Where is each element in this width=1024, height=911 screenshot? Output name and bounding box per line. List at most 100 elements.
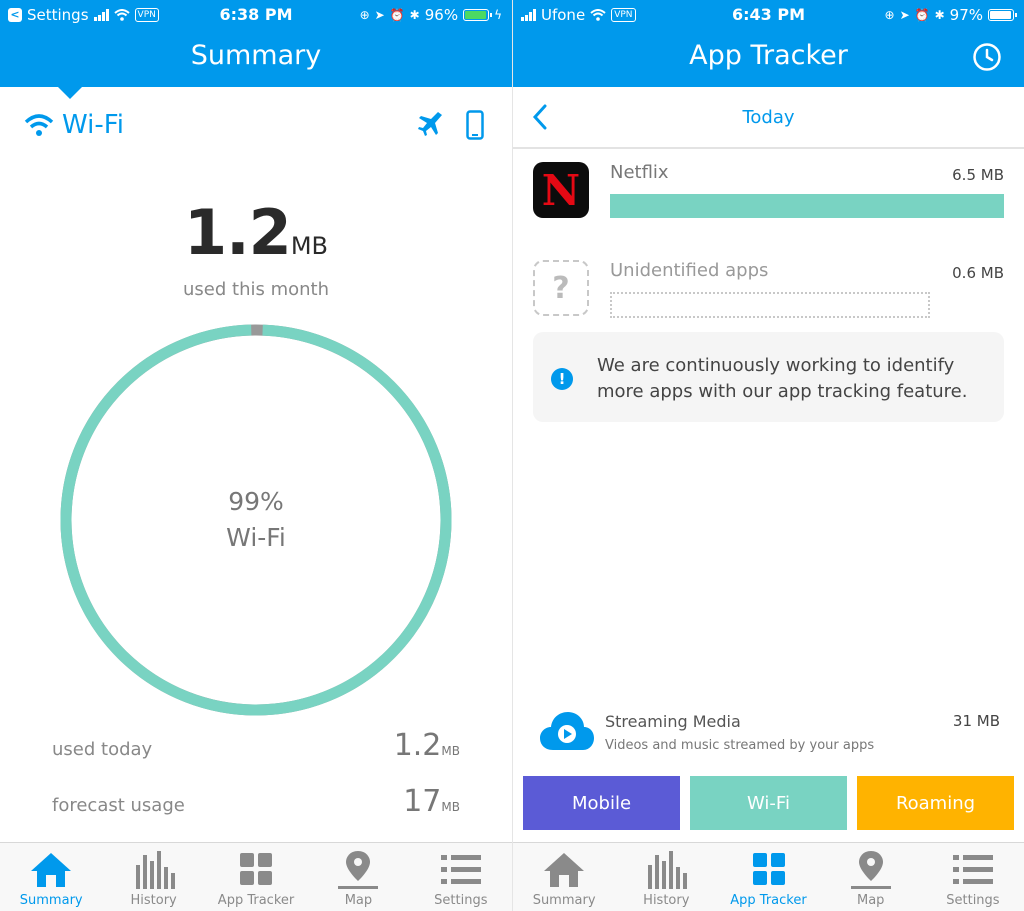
- ring-percent: 99%: [228, 487, 284, 516]
- stat-unit: MB: [441, 800, 460, 814]
- clock-icon[interactable]: [972, 42, 1002, 72]
- ring-label: Wi-Fi: [226, 523, 286, 552]
- tab-label: App Tracker: [730, 893, 807, 908]
- list-icon: [440, 855, 481, 884]
- app-name: Netflix: [610, 162, 669, 183]
- app-name: Unidentified apps: [610, 260, 769, 281]
- app-header: Summary: [0, 30, 512, 87]
- filter-mobile-button[interactable]: Mobile: [523, 776, 680, 830]
- tab-settings[interactable]: Settings: [922, 843, 1024, 911]
- status-bar: Ufone VPN 6:43 PM ⊕ ➤ ⏰ ✱ 97%: [513, 0, 1024, 30]
- streaming-subtitle: Videos and music streamed by your apps: [605, 738, 875, 753]
- battery-percent: 97%: [949, 6, 983, 24]
- stat-number: 17: [403, 784, 442, 819]
- app-row-netflix[interactable]: N Netflix 6.5 MB: [533, 162, 1004, 226]
- tab-pointer: [58, 87, 82, 99]
- stat-used-today: used today 1.2MB: [52, 728, 460, 763]
- status-bar: < Settings VPN 6:38 PM ⊕ ➤ ⏰ ✱ 96% ϟ: [0, 0, 512, 30]
- tab-label: History: [643, 893, 690, 908]
- tab-app-tracker[interactable]: App Tracker: [717, 843, 819, 911]
- tab-app-tracker[interactable]: App Tracker: [205, 843, 307, 911]
- battery-icon: [988, 9, 1017, 21]
- tab-label: Map: [344, 893, 373, 908]
- tab-history[interactable]: History: [615, 843, 717, 911]
- tab-summary[interactable]: Summary: [513, 843, 615, 911]
- bluetooth-icon: ✱: [409, 8, 420, 22]
- app-usage-bar: [610, 194, 1004, 218]
- wifi-icon: [24, 114, 54, 136]
- location-icon: ➤: [899, 8, 910, 22]
- lock-rotation-icon: ⊕: [884, 8, 895, 22]
- network-filter: Mobile Wi-Fi Roaming: [523, 776, 1014, 830]
- list-icon: [952, 855, 993, 884]
- battery-percent: 96%: [424, 6, 459, 24]
- info-message: ! We are continuously working to identif…: [533, 332, 1004, 422]
- period-label[interactable]: Today: [513, 107, 1024, 128]
- filter-wifi-button[interactable]: Wi-Fi: [690, 776, 847, 830]
- tab-label: History: [130, 893, 177, 908]
- stat-value: 1.2MB: [394, 728, 460, 763]
- tab-summary[interactable]: Summary: [0, 843, 102, 911]
- tab-label: Settings: [946, 893, 1000, 908]
- bluetooth-icon: ✱: [934, 8, 945, 22]
- lock-rotation-icon: ⊕: [359, 8, 370, 22]
- netflix-icon: N: [533, 162, 589, 218]
- info-text: We are continuously working to identify …: [597, 355, 968, 402]
- bar-chart-icon: [135, 851, 175, 889]
- tab-label: Settings: [434, 893, 488, 908]
- tab-label: Summary: [532, 893, 596, 908]
- home-icon: [31, 853, 72, 887]
- battery-icon: [463, 9, 493, 21]
- alarm-icon: ⏰: [389, 8, 405, 22]
- question-icon: ?: [533, 260, 589, 316]
- stat-forecast: forecast usage 17MB: [52, 784, 460, 819]
- app-size: 6.5 MB: [952, 166, 1004, 184]
- location-icon: ➤: [374, 8, 385, 22]
- alarm-icon: ⏰: [914, 8, 930, 22]
- bar-chart-icon: [648, 851, 688, 889]
- tab-bar: Summary History App Tracker Map Settings: [0, 842, 512, 911]
- home-icon: [544, 853, 585, 887]
- monthly-usage: 1.2MB: [0, 196, 512, 269]
- streaming-size: 31 MB: [952, 712, 1000, 730]
- stat-number: 1.2: [393, 728, 442, 763]
- wifi-selector[interactable]: Wi-Fi: [24, 110, 124, 140]
- filter-roaming-button[interactable]: Roaming: [857, 776, 1014, 830]
- grid-icon: [752, 853, 785, 885]
- stat-label: forecast usage: [52, 795, 185, 816]
- tab-label: Summary: [19, 893, 83, 908]
- tab-map[interactable]: Map: [307, 843, 409, 911]
- stat-unit: MB: [441, 744, 460, 758]
- stat-value: 17MB: [403, 784, 460, 819]
- page-title: App Tracker: [689, 40, 848, 71]
- monthly-usage-unit: MB: [290, 232, 328, 260]
- stat-label: used today: [52, 739, 153, 760]
- map-pin-icon: [338, 851, 379, 889]
- app-usage-fill: [610, 194, 1004, 218]
- tab-map[interactable]: Map: [820, 843, 922, 911]
- wifi-label: Wi-Fi: [62, 110, 125, 140]
- monthly-usage-label: used this month: [183, 279, 329, 300]
- tab-label: App Tracker: [217, 893, 295, 908]
- ring-center: 99% Wi-Fi: [58, 322, 454, 718]
- cloud-play-icon: [540, 712, 594, 750]
- app-tracker-screen: Ufone VPN 6:43 PM ⊕ ➤ ⏰ ✱ 97% App Tracke…: [512, 0, 1024, 911]
- tab-bar: Summary History App Tracker Map Settings: [513, 842, 1024, 911]
- tab-history[interactable]: History: [102, 843, 204, 911]
- app-row-unidentified[interactable]: ? Unidentified apps 0.6 MB: [533, 260, 1004, 324]
- period-selector: Today: [513, 87, 1024, 149]
- streaming-title: Streaming Media: [605, 712, 741, 731]
- info-icon: !: [551, 368, 573, 390]
- monthly-usage-value: 1.2: [183, 196, 292, 269]
- grid-icon: [240, 853, 273, 885]
- app-usage-bar: [610, 292, 930, 318]
- map-pin-icon: [850, 851, 891, 889]
- tab-label: Map: [856, 893, 885, 908]
- charging-icon: ϟ: [494, 8, 502, 22]
- streaming-media-row[interactable]: Streaming Media Videos and music streame…: [539, 706, 1000, 758]
- app-header: App Tracker: [513, 30, 1024, 87]
- phone-icon[interactable]: [466, 110, 484, 140]
- tab-settings[interactable]: Settings: [410, 843, 512, 911]
- airplane-icon[interactable]: [416, 110, 444, 138]
- summary-screen: < Settings VPN 6:38 PM ⊕ ➤ ⏰ ✱ 96% ϟ Sum…: [0, 0, 512, 911]
